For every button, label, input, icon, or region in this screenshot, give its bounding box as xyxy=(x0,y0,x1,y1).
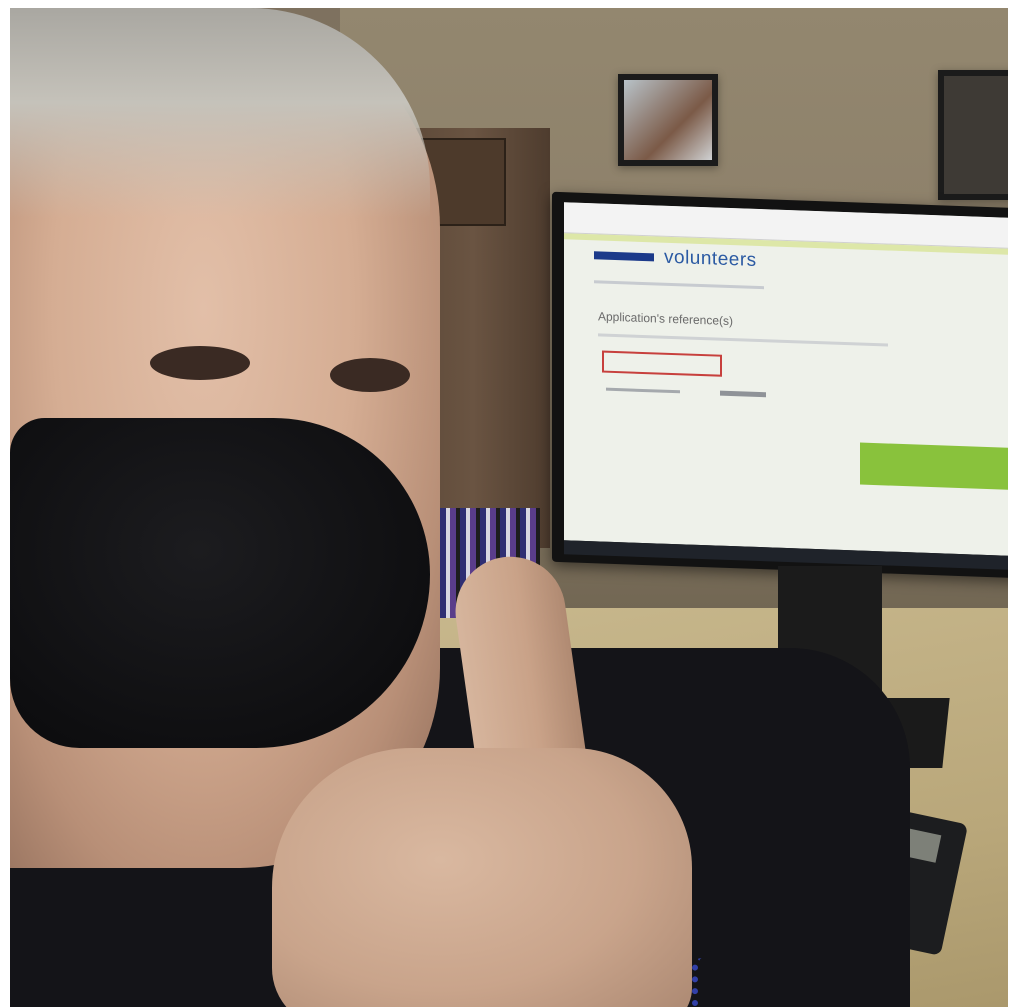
submission-number-value xyxy=(720,390,766,398)
section-hint xyxy=(598,333,888,347)
bracelet xyxy=(692,958,738,1007)
section-title: Application's reference(s) xyxy=(598,309,734,329)
face-mask xyxy=(10,418,430,748)
site-logo xyxy=(594,251,654,262)
thumbs-up-fist xyxy=(272,748,692,1007)
breadcrumb xyxy=(594,280,764,290)
submission-number-row xyxy=(606,387,1008,407)
yes-no-radio-group xyxy=(602,350,722,377)
wall-picture-horse xyxy=(618,74,718,166)
person-eye-right xyxy=(330,358,410,392)
submit-button xyxy=(860,442,1008,490)
monitor-screen: volunteers Application's reference(s) xyxy=(564,202,1008,557)
person-eye-left xyxy=(150,346,250,380)
monitor: volunteers Application's reference(s) xyxy=(552,191,1008,579)
submission-number-label xyxy=(606,387,680,394)
site-title: volunteers xyxy=(664,246,757,271)
photo: volunteers Application's reference(s) xyxy=(10,8,1008,1007)
wall-picture xyxy=(938,70,1008,200)
